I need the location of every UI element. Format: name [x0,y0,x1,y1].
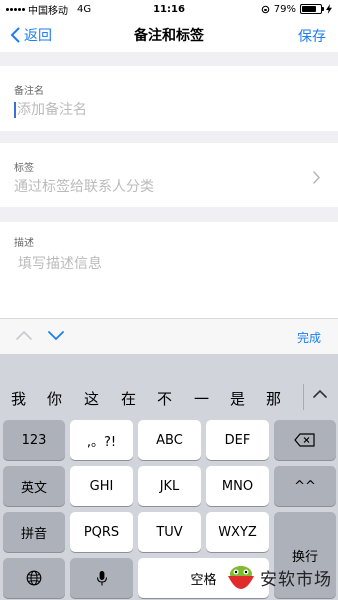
candidate-word[interactable]: 我 [11,388,26,409]
network-label: 4G [77,3,92,15]
key-pqrs[interactable]: PQRS [70,512,133,552]
candidate-word[interactable]: 一 [194,388,209,409]
globe-icon [26,570,42,586]
tags-section[interactable]: 标签 通过标签给联系人分类 [0,143,338,207]
candidate-word[interactable]: 你 [47,388,62,409]
tags-label: 标签 [14,163,34,174]
keyboard: 我 你 这 在 不 一 是 那 123 ,。?! ABC DEF 英文 GHI … [0,354,338,600]
chevron-right-icon [313,171,320,184]
battery-percent: 79% [273,3,296,15]
remark-section: 备注名 添加备注名 [0,66,338,131]
candidate-word[interactable]: 在 [121,388,136,409]
backspace-key[interactable] [274,420,336,460]
key-tuv[interactable]: TUV [138,512,201,552]
key-mno[interactable]: MNO [206,466,269,506]
carrier-label: 中国移动 [28,5,68,17]
watermark-logo-icon [228,566,254,589]
key-jkl[interactable]: JKL [138,466,201,506]
remark-input[interactable]: 添加备注名 [14,99,87,119]
done-button[interactable]: 完成 [297,329,321,346]
description-input[interactable]: 填写描述信息 [18,253,102,273]
key-punctuation[interactable]: ,。?! [70,420,133,460]
watermark-text: 安软市场 [260,570,332,589]
key-ghi[interactable]: GHI [70,466,133,506]
previous-field-icon[interactable] [15,330,33,341]
status-right: 79% [261,4,332,15]
text-cursor [14,102,16,118]
backspace-icon [294,433,315,447]
chevron-up-icon[interactable] [311,388,329,400]
orientation-lock-icon [261,5,270,13]
microphone-icon [96,570,107,585]
signal-icon [6,7,25,11]
candidate-word[interactable]: 这 [84,388,99,409]
key-emoticon[interactable]: ^^ [274,466,336,506]
description-section: 描述 填写描述信息 [0,222,338,318]
navigation-bar: 返回 备注和标签 保存 [0,18,338,52]
watermark: 安软市场 [224,560,336,598]
battery-fill [302,6,317,12]
keyboard-accessory-bar: 完成 [0,318,338,354]
candidate-word[interactable]: 那 [266,388,281,409]
remark-placeholder: 添加备注名 [17,102,87,118]
status-left: 中国移动 4G [6,2,91,17]
description-label: 描述 [14,238,34,249]
remark-label: 备注名 [14,86,44,97]
page-title: 备注和标签 [134,28,204,44]
save-button[interactable]: 保存 [298,26,326,46]
key-def[interactable]: DEF [206,420,269,460]
key-wxyz[interactable]: WXYZ [206,512,269,552]
battery-icon [300,4,324,14]
key-123[interactable]: 123 [3,420,65,460]
charging-bolt-icon [326,4,332,14]
tags-placeholder: 通过标签给联系人分类 [14,179,154,195]
candidate-bar: 我 你 这 在 不 一 是 那 [0,354,338,418]
candidate-word[interactable]: 不 [157,388,172,409]
next-field-icon[interactable] [47,330,65,341]
globe-key[interactable] [3,558,65,598]
key-pinyin[interactable]: 拼音 [3,512,65,552]
key-english[interactable]: 英文 [3,466,65,506]
status-bar: 中国移动 4G 11:16 79% [0,0,338,18]
candidate-divider [303,384,304,410]
key-abc[interactable]: ABC [138,420,201,460]
microphone-key[interactable] [70,558,133,598]
candidate-word[interactable]: 是 [230,388,245,409]
